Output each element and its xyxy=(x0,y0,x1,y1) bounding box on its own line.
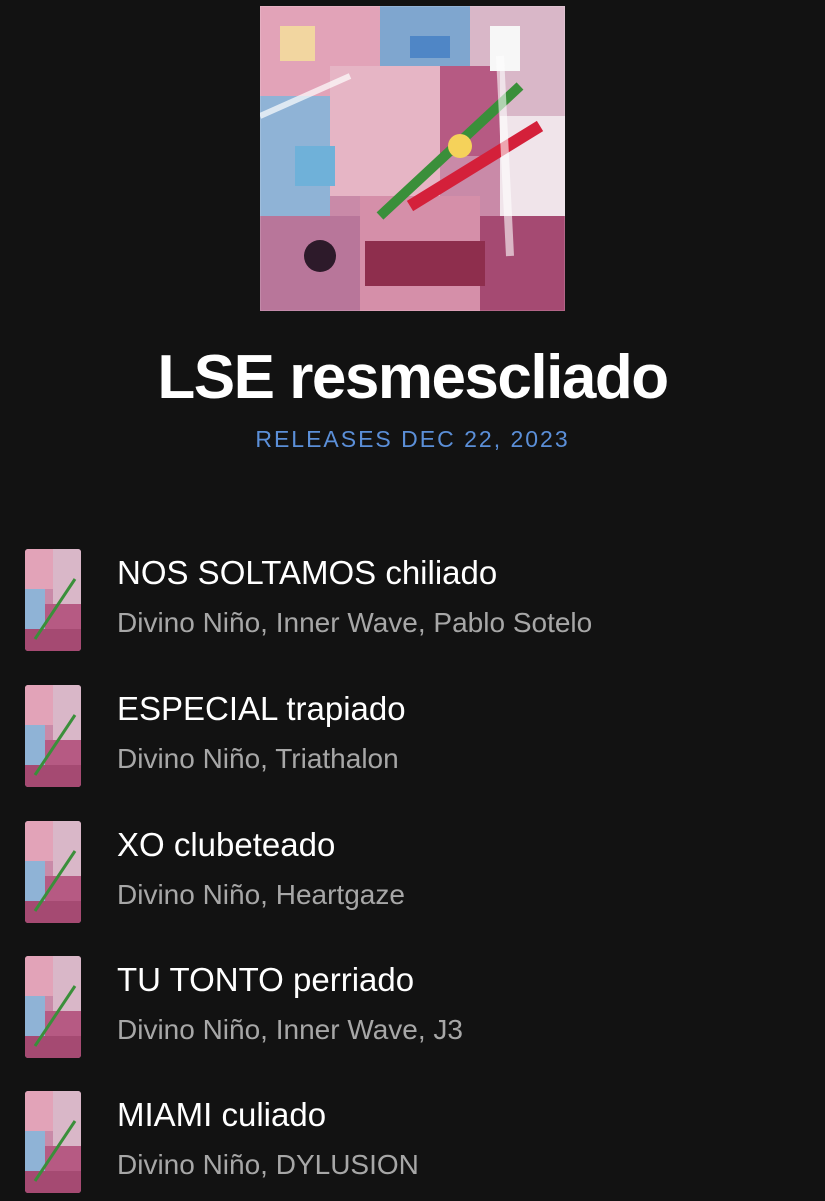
track-title: TU TONTO perriado xyxy=(117,961,415,998)
track-row[interactable]: TU TONTO perriado Divino Niño, Inner Wav… xyxy=(0,956,825,1066)
track-thumbnail xyxy=(25,549,81,651)
track-thumbnail xyxy=(25,956,81,1058)
track-thumbnail xyxy=(25,1091,81,1193)
track-artists: Divino Niño, Triathalon xyxy=(117,743,399,774)
track-artists: Divino Niño, DYLUSION xyxy=(117,1149,419,1180)
track-thumbnail xyxy=(25,685,81,787)
track-thumbnail xyxy=(25,821,81,923)
track-artists: Divino Niño, Inner Wave, J3 xyxy=(117,1014,463,1045)
track-title: NOS SOLTAMOS chiliado xyxy=(117,554,498,591)
track-title: XO clubeteado xyxy=(117,826,336,863)
album-cover-image xyxy=(260,6,565,311)
track-row[interactable]: MIAMI culiado Divino Niño, DYLUSION xyxy=(0,1091,825,1201)
album-title: LSE resmescliado xyxy=(157,343,669,412)
album-cover-art[interactable] xyxy=(260,6,565,311)
track-title: ESPECIAL trapiado xyxy=(117,690,406,727)
release-date: RELEASES DEC 22, 2023 xyxy=(255,426,570,452)
track-artists: Divino Niño, Heartgaze xyxy=(117,879,405,910)
track-title: MIAMI culiado xyxy=(117,1096,327,1133)
track-row[interactable]: ESPECIAL trapiado Divino Niño, Triathalo… xyxy=(0,685,825,795)
track-artists: Divino Niño, Inner Wave, Pablo Sotelo xyxy=(117,607,593,638)
track-row[interactable]: NOS SOLTAMOS chiliado Divino Niño, Inner… xyxy=(0,549,825,659)
track-row[interactable]: XO clubeteado Divino Niño, Heartgaze xyxy=(0,821,825,931)
